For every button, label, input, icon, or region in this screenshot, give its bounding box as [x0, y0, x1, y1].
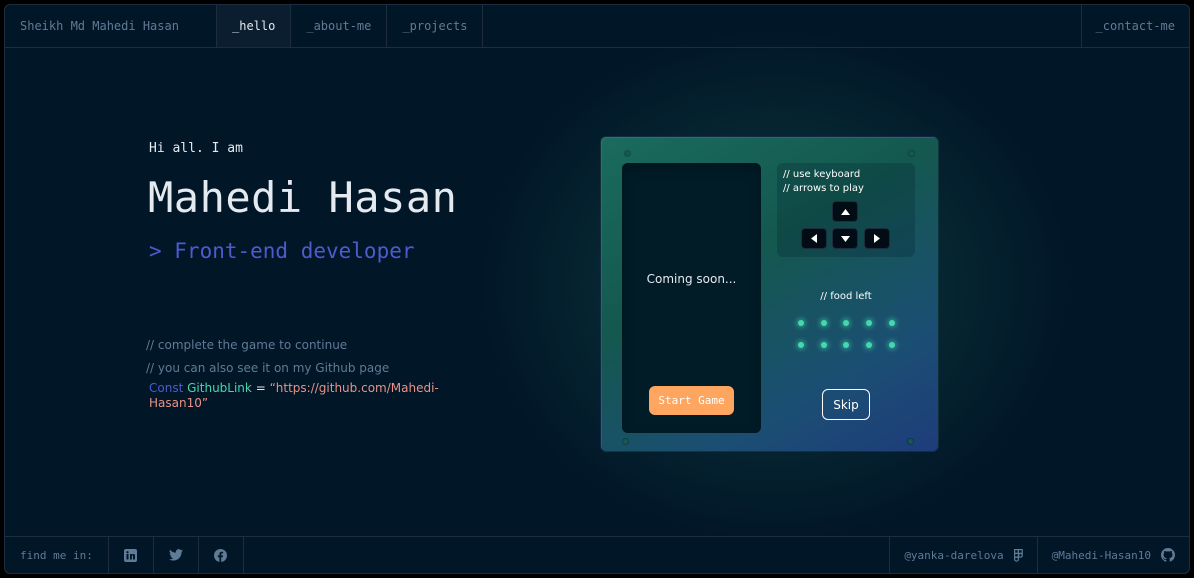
food-pellet [820, 320, 827, 326]
footer: find me in: @yanka-darelova @Mahedi-Hasa… [5, 536, 1189, 573]
arrow-left-key[interactable] [801, 228, 827, 249]
food-pellet [798, 320, 804, 326]
twitter-icon [168, 549, 183, 561]
screw-icon [908, 439, 913, 444]
arrow-left-icon [811, 234, 817, 243]
snake-game-board: Coming soon... Start Game // use keyboar… [600, 136, 939, 452]
arrow-right-icon [874, 234, 880, 243]
controls-hint-2: // arrows to play [783, 183, 864, 194]
comment-text: complete the game to continue [157, 338, 348, 352]
facebook-link[interactable] [199, 537, 244, 573]
top-nav: Sheikh Md Mahedi Hasan _hello _about-me … [5, 5, 1189, 48]
code-variable: GithubLink [187, 381, 252, 395]
food-pellet [820, 342, 827, 348]
comment-slashes: // [146, 361, 155, 375]
food-pellet [888, 342, 895, 348]
arrow-right-key[interactable] [864, 228, 890, 249]
twitter-link[interactable] [154, 537, 199, 573]
arrow-up-icon [840, 208, 850, 215]
game-status: Coming soon... [646, 272, 737, 286]
start-game-button[interactable]: Start Game [649, 386, 734, 415]
greeting: Hi all. I am [149, 141, 243, 156]
code-keyword: Const [149, 381, 184, 395]
app-window: Sheikh Md Mahedi Hasan _hello _about-me … [4, 4, 1190, 574]
hero-role: > Front-end developer [149, 239, 415, 263]
arrow-down-icon [840, 235, 850, 242]
github-code-line: Const GithubLink = “https://github.com/M… [149, 381, 479, 411]
arrow-up-key[interactable] [832, 201, 858, 222]
food-pellet [798, 342, 804, 348]
tab-about-me[interactable]: _about-me [291, 5, 388, 47]
comment-line-2: // you can also see it on my Github page [146, 361, 389, 375]
screw-icon [625, 151, 630, 156]
screw-icon [623, 439, 628, 444]
figma-icon [1013, 548, 1023, 562]
github-handle: @Mahedi-Hasan10 [1051, 548, 1151, 562]
controls-panel: // use keyboard // arrows to play [777, 163, 915, 257]
controls-hint-1: // use keyboard [783, 169, 861, 180]
food-pellet [843, 342, 850, 348]
food-pellet [888, 320, 895, 326]
comment-line-1: // complete the game to continue [146, 338, 347, 352]
game-screen[interactable]: Coming soon... Start Game [622, 163, 761, 433]
code-operator: = [251, 381, 270, 395]
screw-icon [909, 151, 914, 156]
skip-button[interactable]: Skip [822, 389, 870, 420]
tab-hello[interactable]: _hello [217, 5, 292, 47]
designer-handle: @yanka-darelova [904, 548, 1004, 562]
food-pellet [866, 342, 873, 348]
hero-name: Mahedi Hasan [148, 173, 458, 222]
linkedin-link[interactable] [109, 537, 154, 573]
tab-projects[interactable]: _projects [387, 5, 484, 47]
linkedin-icon [124, 548, 138, 562]
food-pellet [866, 320, 873, 326]
food-pellet [843, 320, 850, 326]
find-me-label: find me in: [5, 537, 109, 573]
arrow-down-key[interactable] [832, 228, 858, 249]
facebook-icon [214, 548, 228, 562]
site-brand[interactable]: Sheikh Md Mahedi Hasan [5, 5, 217, 47]
comment-text: you can also see it on my Github page [157, 361, 390, 375]
github-icon [1161, 548, 1175, 562]
comment-slashes: // [146, 338, 155, 352]
github-profile-link[interactable]: @Mahedi-Hasan10 [1036, 537, 1189, 573]
food-left-label: // food left [820, 291, 872, 302]
designer-credit[interactable]: @yanka-darelova [889, 537, 1036, 573]
footer-spacer [244, 537, 889, 573]
tab-contact-me[interactable]: _contact-me [1080, 5, 1189, 47]
